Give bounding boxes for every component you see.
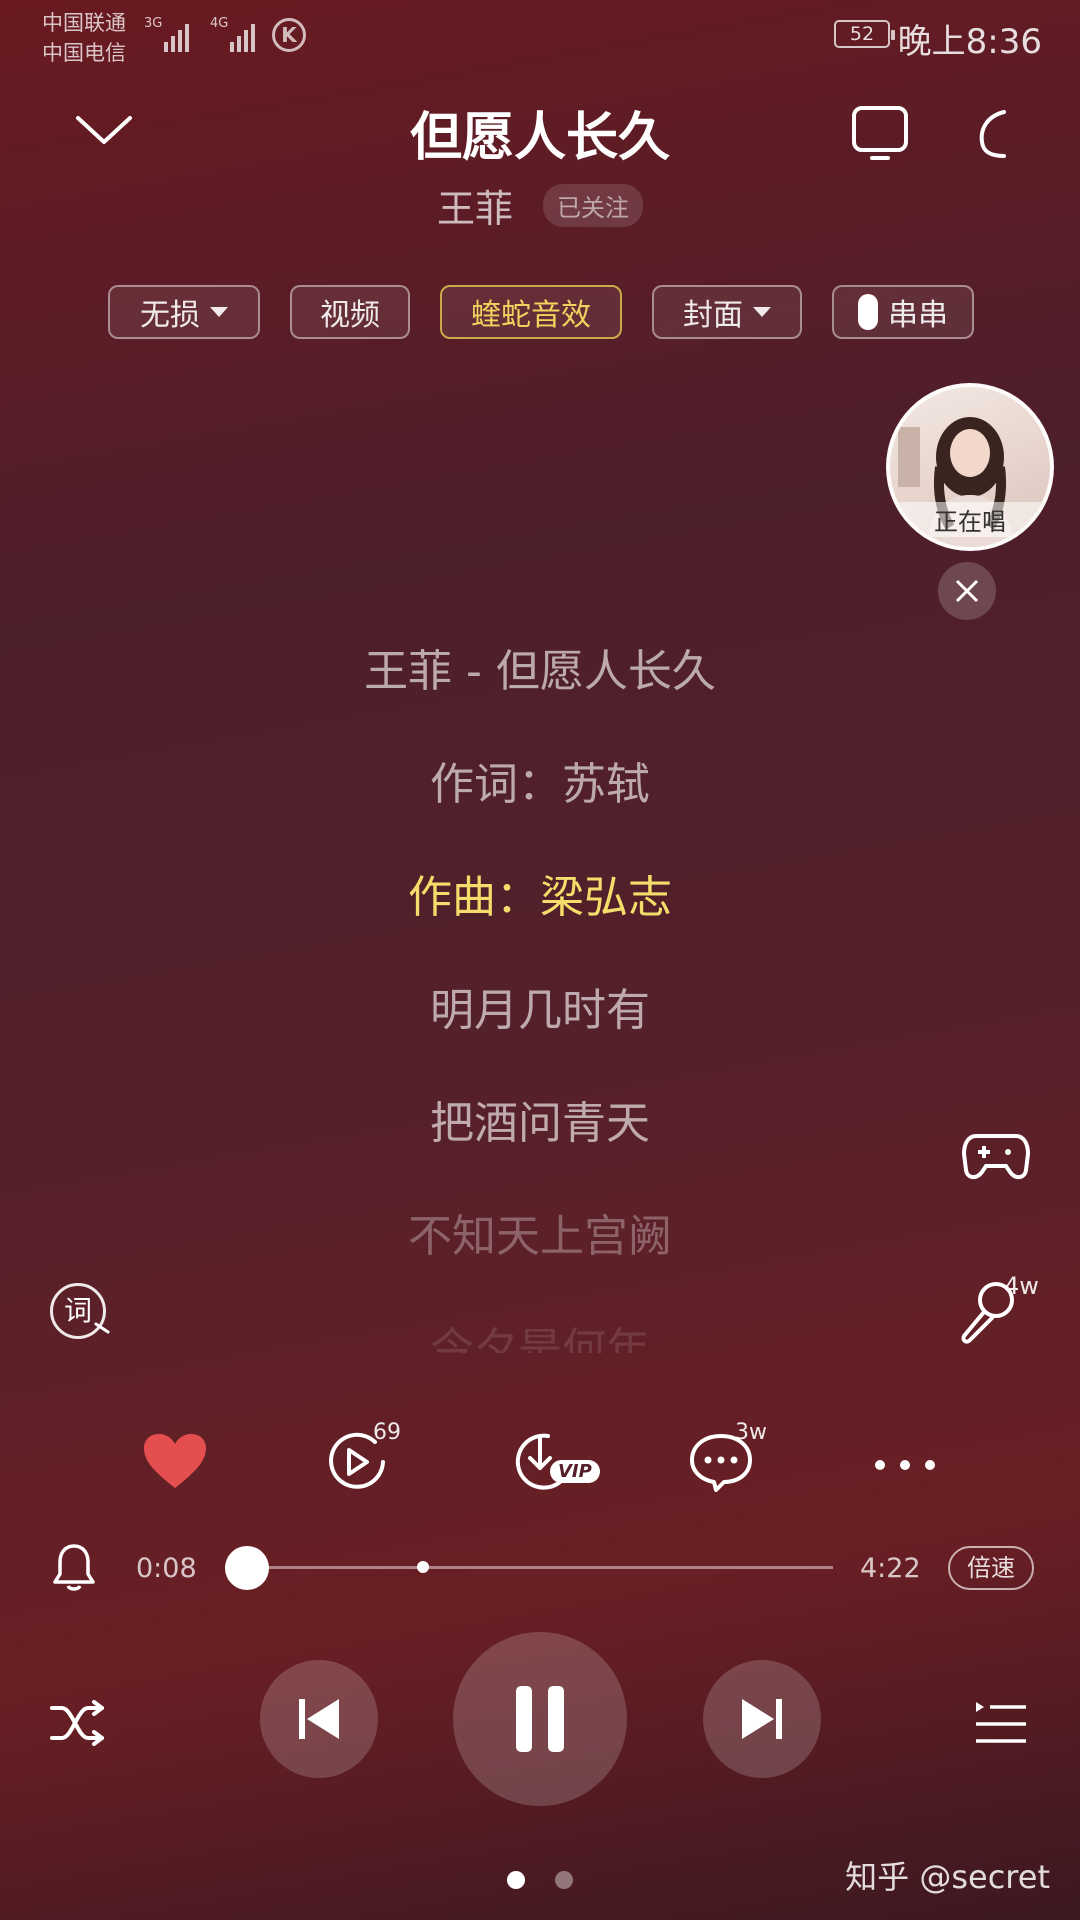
artist-row: 王菲 已关注: [0, 178, 1080, 233]
lyric-line-current: 作曲：梁弘志: [408, 872, 672, 923]
carrier-1: 中国联通: [42, 11, 126, 35]
vip-badge: VIP: [550, 1460, 600, 1483]
cover-chip[interactable]: 封面: [652, 285, 802, 339]
mv-count-badge: 69: [373, 1420, 401, 1445]
total-time: 4:22: [860, 1553, 921, 1584]
progress-track[interactable]: [225, 1566, 833, 1569]
watermark: 知乎 @secret: [845, 1858, 1050, 1896]
lyric-line: 今夕是何年: [430, 1324, 650, 1353]
speed-button[interactable]: 倍速: [948, 1546, 1034, 1590]
previous-icon: [299, 1699, 339, 1739]
lyrics-search-label: 词: [63, 1294, 92, 1327]
song-title: 但愿人长久: [409, 108, 670, 168]
chuanchuan-chip[interactable]: 串串: [832, 285, 974, 339]
shuffle-icon[interactable]: [48, 1698, 108, 1752]
more-options-icon[interactable]: [874, 1456, 936, 1475]
magnifier-tail-icon: [94, 1322, 110, 1334]
next-icon: [742, 1699, 782, 1739]
close-icon: [955, 579, 979, 603]
tv-cast-icon[interactable]: [850, 104, 910, 168]
progress-knob[interactable]: [225, 1546, 270, 1590]
video-chip[interactable]: 视频: [290, 285, 410, 339]
lyric-line: 不知天上宫阙: [408, 1211, 672, 1262]
kugou-k-icon: K: [272, 18, 306, 52]
game-controller-icon[interactable]: [961, 1130, 1031, 1186]
feature-chips: 无损 视频 蝰蛇音效 封面 串串: [108, 285, 974, 339]
chuanchuan-label: 串串: [888, 298, 948, 333]
sound-effect-chip[interactable]: 蝰蛇音效: [440, 285, 622, 339]
network-type-1: 3G: [144, 16, 163, 31]
battery-icon: 52: [834, 20, 895, 48]
bell-icon[interactable]: [52, 1542, 96, 1596]
network-type-2: 4G: [210, 16, 229, 31]
next-button[interactable]: [703, 1660, 821, 1778]
cover-label: 封面: [683, 298, 743, 333]
caret-down-icon: [753, 307, 771, 317]
playlist-icon[interactable]: [974, 1700, 1028, 1750]
pause-icon: [516, 1686, 564, 1752]
follow-badge[interactable]: 已关注: [543, 184, 643, 227]
now-singing-bubble[interactable]: 正在唱: [886, 383, 1054, 551]
status-clock: 晚上8:36: [897, 22, 1042, 62]
page-dot-active[interactable]: [507, 1871, 525, 1889]
like-heart-icon[interactable]: [142, 1432, 208, 1494]
share-icon[interactable]: [974, 106, 1010, 166]
lyric-line: 王菲 - 但愿人长久: [364, 646, 716, 697]
video-label: 视频: [320, 298, 380, 333]
lossless-chip[interactable]: 无损: [108, 285, 260, 339]
toggle-knob-icon: [858, 294, 878, 330]
caret-down-icon: [210, 307, 228, 317]
sound-effect-label: 蝰蛇音效: [471, 298, 591, 333]
signal-icon-1: [164, 18, 189, 52]
lyric-line: 明月几时有: [430, 985, 650, 1036]
comment-count-badge: 3w: [735, 1420, 767, 1445]
page-dot[interactable]: [555, 1871, 573, 1889]
artist-name[interactable]: 王菲: [437, 178, 513, 233]
now-singing-label: 正在唱: [890, 502, 1050, 537]
progress-marker: [417, 1561, 429, 1573]
pause-button[interactable]: [453, 1632, 627, 1806]
karaoke-count-badge: 4w: [1004, 1272, 1039, 1300]
close-bubble-button[interactable]: [938, 562, 996, 620]
previous-button[interactable]: [260, 1660, 378, 1778]
signal-icon-2: [230, 18, 255, 52]
lyric-line: 把酒问青天: [430, 1098, 650, 1149]
lossless-label: 无损: [140, 298, 200, 333]
lyric-line: 作词：苏轼: [430, 759, 650, 810]
elapsed-time: 0:08: [136, 1553, 197, 1584]
carrier-2: 中国电信: [42, 41, 126, 65]
